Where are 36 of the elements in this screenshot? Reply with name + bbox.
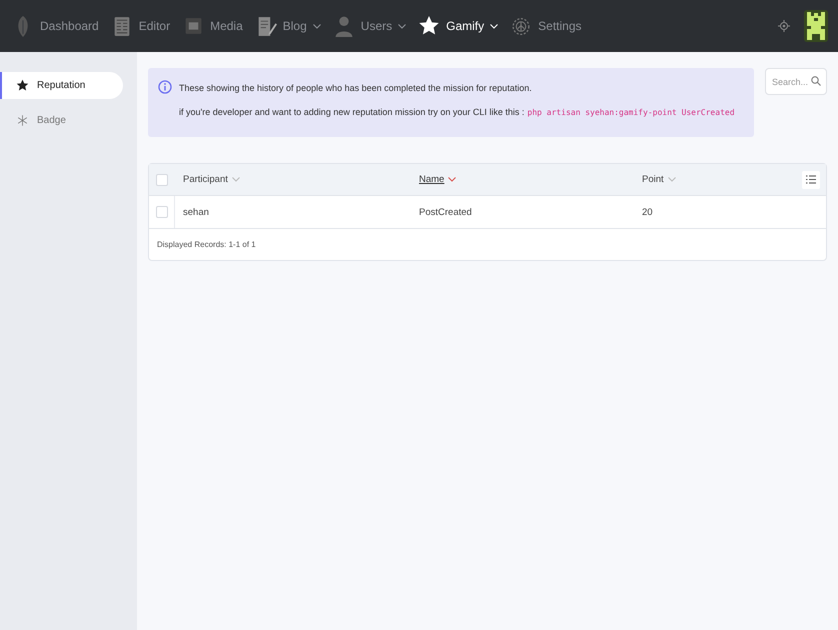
search-field[interactable]: Search... xyxy=(765,68,827,95)
table-cell-text: 20 xyxy=(641,206,654,218)
caret-icon xyxy=(668,177,676,182)
nav-item[interactable]: Blog xyxy=(254,15,321,37)
column-header[interactable]: Name xyxy=(411,174,634,185)
nav-item[interactable]: Dashboard xyxy=(12,15,99,37)
avatar-icon[interactable] xyxy=(804,10,828,42)
star-icon xyxy=(418,15,440,37)
sidebar-item[interactable]: Reputation xyxy=(0,72,123,99)
table-cell-text: PostCreated xyxy=(418,206,473,218)
nav-item[interactable]: Media xyxy=(182,15,243,37)
checkbox[interactable] xyxy=(156,174,168,186)
column-header[interactable]: Point xyxy=(634,174,802,185)
star-icon xyxy=(16,79,29,92)
info-text: These showing the history of people who has been completed the mission for reputation. xyxy=(179,83,533,93)
info-icon xyxy=(158,80,172,94)
search-icon[interactable] xyxy=(811,76,821,86)
person-icon xyxy=(332,15,355,37)
list-icon[interactable] xyxy=(806,175,816,184)
asterisk-icon xyxy=(16,114,29,127)
sidebar-item[interactable]: Badge xyxy=(0,107,123,134)
nav-item[interactable]: Gamify xyxy=(418,15,498,37)
nav-item[interactable]: Editor xyxy=(110,15,170,37)
checkbox[interactable] xyxy=(156,206,168,218)
table-cell-text: sehan xyxy=(182,206,210,218)
records-count: Displayed Records: 1-1 of 1 xyxy=(156,239,257,251)
columns-button[interactable] xyxy=(802,170,820,188)
nav-item[interactable]: Users xyxy=(332,15,406,37)
nav-item[interactable]: Settings xyxy=(510,15,582,37)
caret-icon xyxy=(448,177,456,182)
info-text: if you're developer and want to adding new reputation mission try on your CLI like this : xyxy=(179,107,524,117)
settings-icon xyxy=(510,15,532,37)
locate-icon[interactable] xyxy=(778,20,790,32)
caret-icon xyxy=(232,177,240,182)
command-text: php artisan syehan:gamify-point UserCreated xyxy=(527,108,735,117)
column-header[interactable]: Participant xyxy=(175,174,411,185)
